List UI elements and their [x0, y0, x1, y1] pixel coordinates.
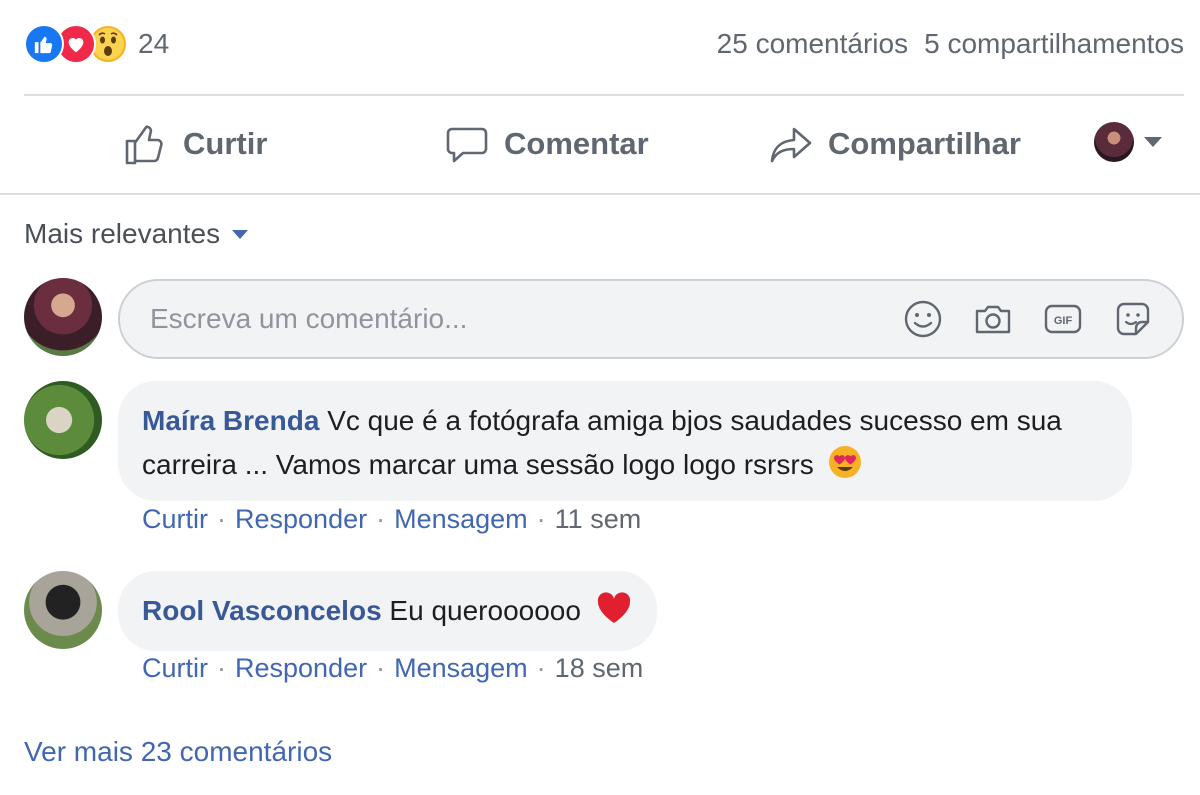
- thumbs-up-icon: [125, 125, 163, 165]
- chevron-down-icon: [232, 229, 249, 239]
- post-action-bar: Curtir Comentar Compartilhar: [0, 96, 1200, 192]
- comment-reply-link[interactable]: Responder: [235, 504, 367, 534]
- avatar[interactable]: [24, 571, 102, 649]
- audience-selector[interactable]: [1094, 122, 1162, 162]
- comment-meta: Curtir · Responder · Mensagem · 18 sem: [142, 653, 644, 683]
- view-more-comments-link[interactable]: Ver mais 23 comentários: [24, 736, 332, 768]
- comment-timestamp[interactable]: 18 sem: [555, 653, 644, 683]
- smiley-icon[interactable]: [902, 298, 944, 340]
- composer-tools: GIF: [902, 298, 1154, 340]
- comment-button[interactable]: Comentar: [444, 96, 649, 192]
- comment-reply-link[interactable]: Responder: [235, 653, 367, 683]
- avatar: [1094, 122, 1134, 162]
- comment-author[interactable]: Maíra Brenda: [142, 405, 319, 436]
- comment-bubble: Maíra Brenda Vc que é a fotógrafa amiga …: [118, 381, 1132, 501]
- comment-message-link[interactable]: Mensagem: [394, 504, 528, 534]
- comment-meta: Curtir · Responder · Mensagem · 11 sem: [142, 504, 642, 534]
- engagement-counts: 25 comentários 5 compartilhamentos: [717, 28, 1184, 60]
- speech-bubble-icon: [446, 127, 488, 163]
- comment-like-link[interactable]: Curtir: [142, 504, 208, 534]
- heart-eyes-emoji-icon: [827, 444, 863, 493]
- divider: [0, 193, 1200, 195]
- like-label: Curtir: [183, 126, 268, 161]
- avatar[interactable]: [24, 381, 102, 459]
- comment-sort-dropdown[interactable]: Mais relevantes: [24, 218, 249, 250]
- chevron-down-icon: [1144, 137, 1162, 147]
- shares-count[interactable]: 5 compartilhamentos: [924, 28, 1184, 59]
- like-button[interactable]: Curtir: [123, 96, 267, 192]
- share-label: Compartilhar: [828, 126, 1021, 161]
- red-heart-emoji-icon: [595, 590, 633, 639]
- comment-like-link[interactable]: Curtir: [142, 653, 208, 683]
- like-icon: [24, 24, 64, 64]
- share-button[interactable]: Compartilhar: [768, 96, 1021, 192]
- share-arrow-icon: [770, 127, 812, 163]
- comment-label: Comentar: [504, 126, 649, 161]
- gif-icon[interactable]: GIF: [1042, 298, 1084, 340]
- comment-timestamp[interactable]: 11 sem: [555, 504, 642, 534]
- reaction-count[interactable]: 24: [138, 28, 169, 60]
- comment-author[interactable]: Rool Vasconcelos: [142, 595, 382, 626]
- comment-input[interactable]: [148, 302, 902, 336]
- comments-count[interactable]: 25 comentários: [717, 28, 908, 59]
- comment-composer: GIF: [118, 279, 1184, 359]
- reactions-summary[interactable]: 24: [24, 24, 169, 64]
- comment-text: Eu queroooooo: [389, 595, 581, 626]
- post-stats-row: 24 25 comentários 5 compartilhamentos: [24, 18, 1184, 70]
- comment-bubble: Rool Vasconcelos Eu queroooooo: [118, 571, 657, 651]
- comment-message-link[interactable]: Mensagem: [394, 653, 528, 683]
- sticker-icon[interactable]: [1112, 298, 1154, 340]
- svg-text:GIF: GIF: [1054, 315, 1073, 327]
- camera-icon[interactable]: [972, 298, 1014, 340]
- sort-label: Mais relevantes: [24, 218, 221, 249]
- avatar: [24, 278, 102, 356]
